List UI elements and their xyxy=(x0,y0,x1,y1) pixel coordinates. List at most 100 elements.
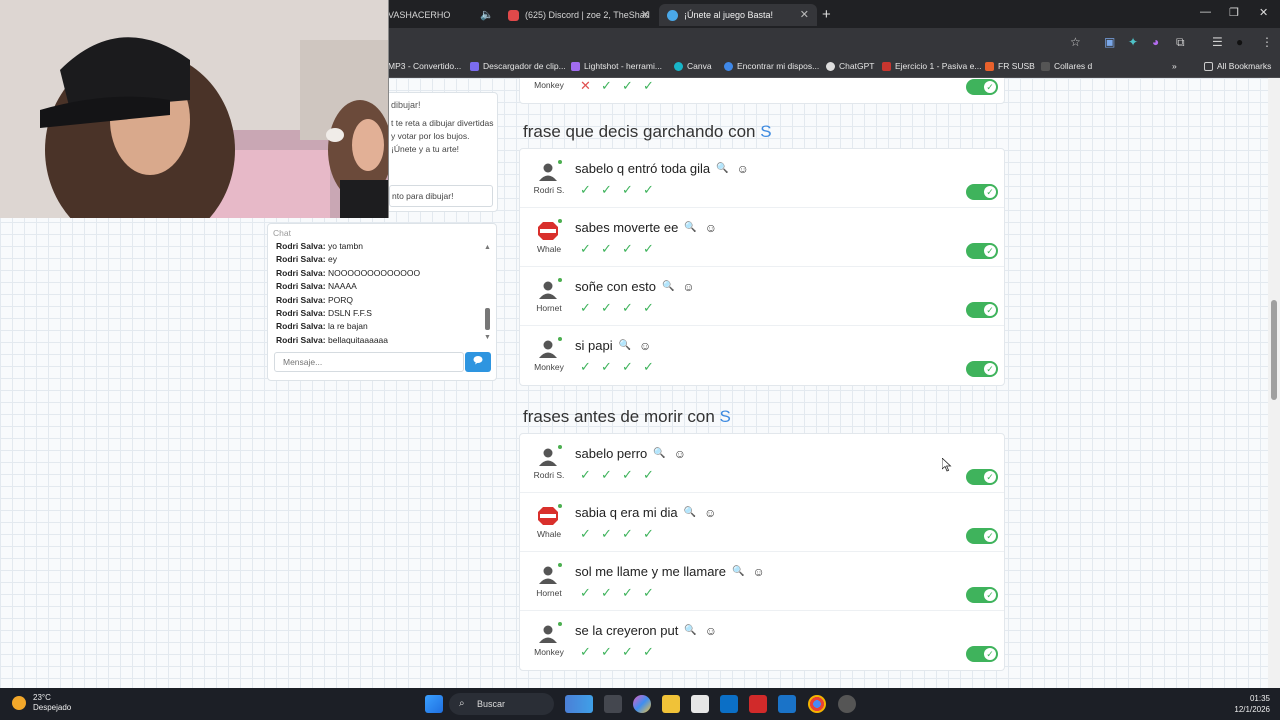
check-icon[interactable]: ✓ xyxy=(622,79,634,93)
add-reaction-icon[interactable]: ☺ xyxy=(682,280,694,294)
windows-start-icon[interactable] xyxy=(425,695,443,713)
draw-button[interactable]: nto para dibujar! xyxy=(389,185,493,207)
all-bookmarks[interactable]: All Bookmarks xyxy=(1204,61,1271,71)
approve-toggle[interactable]: ✓ xyxy=(966,79,998,95)
approve-toggle[interactable]: ✓ xyxy=(966,361,998,377)
check-icon[interactable]: ✓ xyxy=(643,79,655,93)
bookmark-item[interactable]: Canva xyxy=(674,61,712,71)
check-icon[interactable]: ✓ xyxy=(601,242,613,256)
check-icon[interactable]: ✓ xyxy=(643,301,655,315)
bookmark-item[interactable]: Descargador de clip... xyxy=(470,61,566,71)
task-view-icon[interactable] xyxy=(604,695,622,713)
chat-scrollbar[interactable]: ▲ ▼ xyxy=(484,244,492,344)
add-reaction-icon[interactable]: ☺ xyxy=(674,447,686,461)
tab-discord[interactable]: (625) Discord | zoe 2, TheShad ✕ xyxy=(500,4,658,26)
check-icon[interactable]: ✓ xyxy=(622,360,634,374)
mute-icon[interactable]: 🔈 xyxy=(480,8,494,21)
check-icon[interactable]: ✓ xyxy=(580,468,592,482)
weather-widget[interactable]: 23°C Despejado xyxy=(33,693,71,713)
check-icon[interactable]: ✓ xyxy=(643,183,655,197)
check-icon[interactable]: ✓ xyxy=(601,79,613,93)
search-icon[interactable]: 🔍 xyxy=(716,163,728,174)
check-icon[interactable]: ✓ xyxy=(601,360,613,374)
bookmark-item[interactable]: ChatGPT xyxy=(826,61,874,71)
copilot-icon[interactable] xyxy=(633,695,651,713)
approve-toggle[interactable]: ✓ xyxy=(966,243,998,259)
search-icon[interactable]: 🔍 xyxy=(684,222,696,233)
search-icon[interactable]: 🔍 xyxy=(619,340,631,351)
mcafee-icon[interactable] xyxy=(749,695,767,713)
system-clock[interactable]: 01:35 12/1/2026 xyxy=(1226,693,1270,715)
approve-toggle[interactable]: ✓ xyxy=(966,184,998,200)
check-icon[interactable]: ✓ xyxy=(601,183,613,197)
discord-taskbar-icon[interactable] xyxy=(838,695,856,713)
close-window-icon[interactable]: ✕ xyxy=(1259,6,1268,19)
check-icon[interactable]: ✓ xyxy=(601,301,613,315)
chrome-icon[interactable] xyxy=(808,695,826,713)
search-icon[interactable]: 🔍 xyxy=(732,566,744,577)
check-icon[interactable]: ✓ xyxy=(580,360,592,374)
add-reaction-icon[interactable]: ☺ xyxy=(705,221,717,235)
file-explorer-icon[interactable] xyxy=(662,695,680,713)
close-icon[interactable]: ✕ xyxy=(800,8,809,21)
check-icon[interactable]: ✓ xyxy=(643,242,655,256)
check-icon[interactable]: ✓ xyxy=(622,645,634,659)
scroll-down-icon[interactable]: ▼ xyxy=(484,334,491,341)
puzzle-icon[interactable]: ⧉ xyxy=(1176,35,1185,50)
check-icon[interactable]: ✓ xyxy=(622,527,634,541)
check-icon[interactable]: ✓ xyxy=(643,645,655,659)
approve-toggle[interactable]: ✓ xyxy=(966,469,998,485)
check-icon[interactable]: ✓ xyxy=(643,586,655,600)
check-icon[interactable]: ✓ xyxy=(601,527,613,541)
check-icon[interactable]: ✓ xyxy=(601,468,613,482)
approve-toggle[interactable]: ✓ xyxy=(966,528,998,544)
translate-icon[interactable]: ▣ xyxy=(1104,35,1115,49)
restore-icon[interactable]: ❐ xyxy=(1229,6,1239,19)
media-icon[interactable]: ☰ xyxy=(1212,35,1223,49)
approve-toggle[interactable]: ✓ xyxy=(966,646,998,662)
weather-icon[interactable] xyxy=(12,696,26,710)
add-reaction-icon[interactable]: ☺ xyxy=(639,339,651,353)
approve-toggle[interactable]: ✓ xyxy=(966,302,998,318)
page-scrollbar[interactable] xyxy=(1268,78,1280,688)
bookmark-item[interactable]: Collares d xyxy=(1041,61,1092,71)
check-icon[interactable]: ✓ xyxy=(643,360,655,374)
bookmark-item[interactable]: FR SUSB xyxy=(985,61,1035,71)
send-message-button[interactable] xyxy=(465,352,491,372)
bookmark-item[interactable]: Lightshot - herrami... xyxy=(571,61,662,71)
check-icon[interactable]: ✓ xyxy=(580,527,592,541)
check-icon[interactable]: ✓ xyxy=(580,242,592,256)
check-icon[interactable]: ✓ xyxy=(580,586,592,600)
menu-icon[interactable]: ⋮ xyxy=(1261,35,1273,49)
minimize-icon[interactable]: — xyxy=(1200,6,1211,18)
close-icon[interactable]: ✕ xyxy=(641,8,650,21)
reject-icon[interactable]: ✕ xyxy=(580,79,592,93)
widget-icon[interactable] xyxy=(565,695,593,713)
check-icon[interactable]: ✓ xyxy=(580,301,592,315)
chat-input[interactable] xyxy=(274,352,464,372)
scroll-up-icon[interactable]: ▲ xyxy=(484,244,491,251)
add-reaction-icon[interactable]: ☺ xyxy=(737,162,749,176)
tab-vashacerho[interactable]: VASHACERHO 🔈 xyxy=(380,4,498,26)
outlook-icon[interactable] xyxy=(778,695,796,713)
approve-toggle[interactable]: ✓ xyxy=(966,587,998,603)
chat-scroll-thumb[interactable] xyxy=(485,308,490,330)
store-icon[interactable] xyxy=(691,695,709,713)
bookmark-item[interactable]: Ejercicio 1 - Pasiva e... xyxy=(882,61,981,71)
check-icon[interactable]: ✓ xyxy=(580,645,592,659)
taskbar-search[interactable]: ⌕ Buscar xyxy=(449,693,554,715)
check-icon[interactable]: ✓ xyxy=(643,527,655,541)
check-icon[interactable]: ✓ xyxy=(601,645,613,659)
extension-icon[interactable]: ◕ xyxy=(1152,35,1159,49)
search-icon[interactable]: 🔍 xyxy=(662,281,674,292)
check-icon[interactable]: ✓ xyxy=(622,586,634,600)
check-icon[interactable]: ✓ xyxy=(622,301,634,315)
search-icon[interactable]: 🔍 xyxy=(684,507,696,518)
dell-icon[interactable] xyxy=(720,695,738,713)
check-icon[interactable]: ✓ xyxy=(601,586,613,600)
profile-avatar[interactable]: ● xyxy=(1236,35,1243,49)
check-icon[interactable]: ✓ xyxy=(622,183,634,197)
search-icon[interactable]: 🔍 xyxy=(684,625,696,636)
extension-icon[interactable]: ✦ xyxy=(1128,35,1138,49)
check-icon[interactable]: ✓ xyxy=(643,468,655,482)
